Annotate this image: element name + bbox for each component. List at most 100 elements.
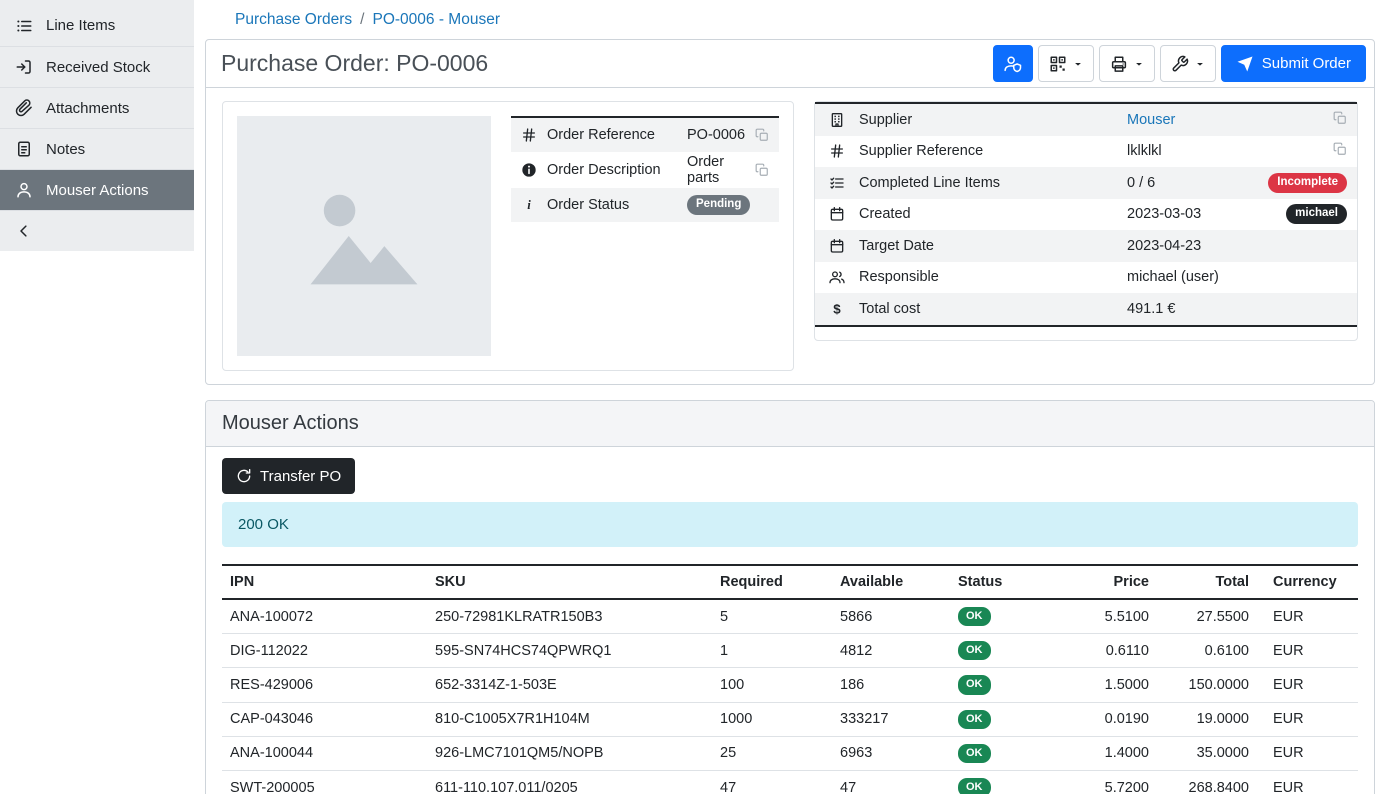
mouser-actions-header: Mouser Actions [206, 401, 1374, 447]
purchase-order-panel: Purchase Order: PO-0006 [205, 39, 1375, 385]
cell-sku: 810-C1005X7R1H104M [427, 702, 712, 736]
user-permissions-button[interactable] [993, 45, 1033, 82]
dollar-icon [829, 301, 845, 317]
table-row: SWT-200005 611-110.107.011/0205 47 47 OK… [222, 770, 1358, 794]
detail-label: Created [859, 206, 1127, 222]
detail-value: michael (user) [1127, 269, 1347, 285]
sidebar-item[interactable]: Mouser Actions [0, 169, 194, 210]
status-ok-badge: OK [958, 641, 991, 660]
sidebar-item[interactable]: Received Stock [0, 46, 194, 87]
cell-available: 333217 [832, 702, 950, 736]
detail-row: Created 2023-03-03 michael [815, 199, 1357, 231]
copy-button[interactable] [1333, 111, 1347, 129]
cell-available: 4812 [832, 634, 950, 668]
page-title: Purchase Order: PO-0006 [221, 50, 488, 77]
info-icon [521, 162, 537, 178]
submit-order-button[interactable]: Submit Order [1221, 45, 1366, 82]
user-shield-icon [1004, 55, 1022, 73]
detail-value: 0 / 6 [1127, 175, 1268, 191]
tools-icon [1171, 55, 1189, 73]
chevron-left-icon [15, 222, 33, 240]
cell-available: 186 [832, 668, 950, 702]
column-header-ipn: IPN [222, 565, 427, 599]
detail-row: Responsible michael (user) [815, 262, 1357, 294]
order-details: Order Reference PO-0006 Order Descriptio… [206, 88, 1374, 384]
supplier-image-placeholder [237, 116, 491, 356]
panel-title: Mouser Actions [222, 412, 359, 434]
cell-currency: EUR [1257, 702, 1358, 736]
cell-available: 5866 [832, 599, 950, 634]
cell-ipn: DIG-112022 [222, 634, 427, 668]
status-ok-badge: OK [958, 710, 991, 729]
sidebar-item-label: Notes [46, 141, 85, 158]
detail-value: Order parts [687, 154, 755, 186]
detail-label: Completed Line Items [859, 175, 1127, 191]
copy-icon [755, 163, 769, 177]
parts-table-wrapper: IPN SKU Required Available Status Price … [218, 564, 1362, 794]
detail-row: Supplier Mouser [815, 104, 1357, 136]
column-header-total: Total [1157, 565, 1257, 599]
cell-total: 150.0000 [1157, 668, 1257, 702]
sidebar-item-label: Received Stock [46, 59, 150, 76]
cell-required: 1 [712, 634, 832, 668]
transfer-po-button[interactable]: Transfer PO [222, 458, 355, 494]
cell-available: 6963 [832, 736, 950, 770]
cell-currency: EUR [1257, 634, 1358, 668]
sidebar-item[interactable]: Line Items [0, 5, 194, 46]
detail-value: lklklkl [1127, 143, 1333, 159]
detail-value: 491.1 € [1127, 301, 1347, 317]
cell-ipn: RES-429006 [222, 668, 427, 702]
mouser-actions-panel: Mouser Actions Transfer PO 200 OK IPN SK… [205, 400, 1375, 794]
detail-row: Supplier Reference lklklkl [815, 136, 1357, 168]
copy-button[interactable] [755, 128, 779, 142]
qrcode-icon [1049, 55, 1067, 73]
detail-row: Order Status Pending [511, 188, 779, 222]
detail-label: Order Reference [547, 127, 687, 143]
cell-sku: 652-3314Z-1-503E [427, 668, 712, 702]
hash-icon [521, 127, 537, 143]
breadcrumb-link-purchase-orders[interactable]: Purchase Orders [235, 11, 352, 29]
cell-ipn: ANA-100044 [222, 736, 427, 770]
cell-ipn: CAP-043046 [222, 702, 427, 736]
table-row: CAP-043046 810-C1005X7R1H104M 1000 33321… [222, 702, 1358, 736]
column-header-required: Required [712, 565, 832, 599]
order-actions-button[interactable] [1160, 45, 1216, 82]
send-icon [1236, 55, 1254, 73]
status-ok-badge: OK [958, 744, 991, 763]
cell-price: 0.0190 [1082, 702, 1157, 736]
users-icon [829, 269, 845, 285]
status-ok-badge: OK [958, 675, 991, 694]
detail-row: Order Reference PO-0006 [511, 118, 779, 152]
list-icon [15, 17, 33, 35]
detail-label: Responsible [859, 269, 1127, 285]
status-badge: michael [1286, 204, 1347, 224]
detail-label: Order Status [547, 197, 687, 213]
cell-total: 35.0000 [1157, 736, 1257, 770]
sidebar-item-label: Attachments [46, 100, 129, 117]
caret-down-icon [1073, 59, 1083, 69]
status-ok-badge: OK [958, 778, 991, 794]
print-actions-button[interactable] [1099, 45, 1155, 82]
copy-icon [1333, 142, 1347, 156]
table-header-row: IPN SKU Required Available Status Price … [222, 565, 1358, 599]
column-header-sku: SKU [427, 565, 712, 599]
submit-order-label: Submit Order [1262, 55, 1351, 72]
cell-status: OK [950, 702, 1082, 736]
cell-currency: EUR [1257, 668, 1358, 702]
order-info-card: Order Reference PO-0006 Order Descriptio… [222, 101, 794, 371]
barcode-actions-button[interactable] [1038, 45, 1094, 82]
status-badge: Incomplete [1268, 173, 1347, 193]
breadcrumb-link-current-order[interactable]: PO-0006 - Mouser [372, 11, 500, 29]
detail-value: PO-0006 [687, 127, 755, 143]
copy-button[interactable] [755, 163, 779, 177]
sidebar-item[interactable]: Attachments [0, 87, 194, 128]
toolbar: Submit Order [993, 45, 1366, 82]
printer-icon [1110, 55, 1128, 73]
sidebar-item[interactable]: Notes [0, 128, 194, 169]
cell-sku: 611-110.107.011/0205 [427, 770, 712, 794]
image-placeholder-icon [300, 180, 428, 292]
sidebar-collapse-button[interactable] [0, 210, 194, 251]
copy-button[interactable] [1333, 142, 1347, 160]
cell-total: 19.0000 [1157, 702, 1257, 736]
detail-value[interactable]: Mouser [1127, 112, 1333, 128]
